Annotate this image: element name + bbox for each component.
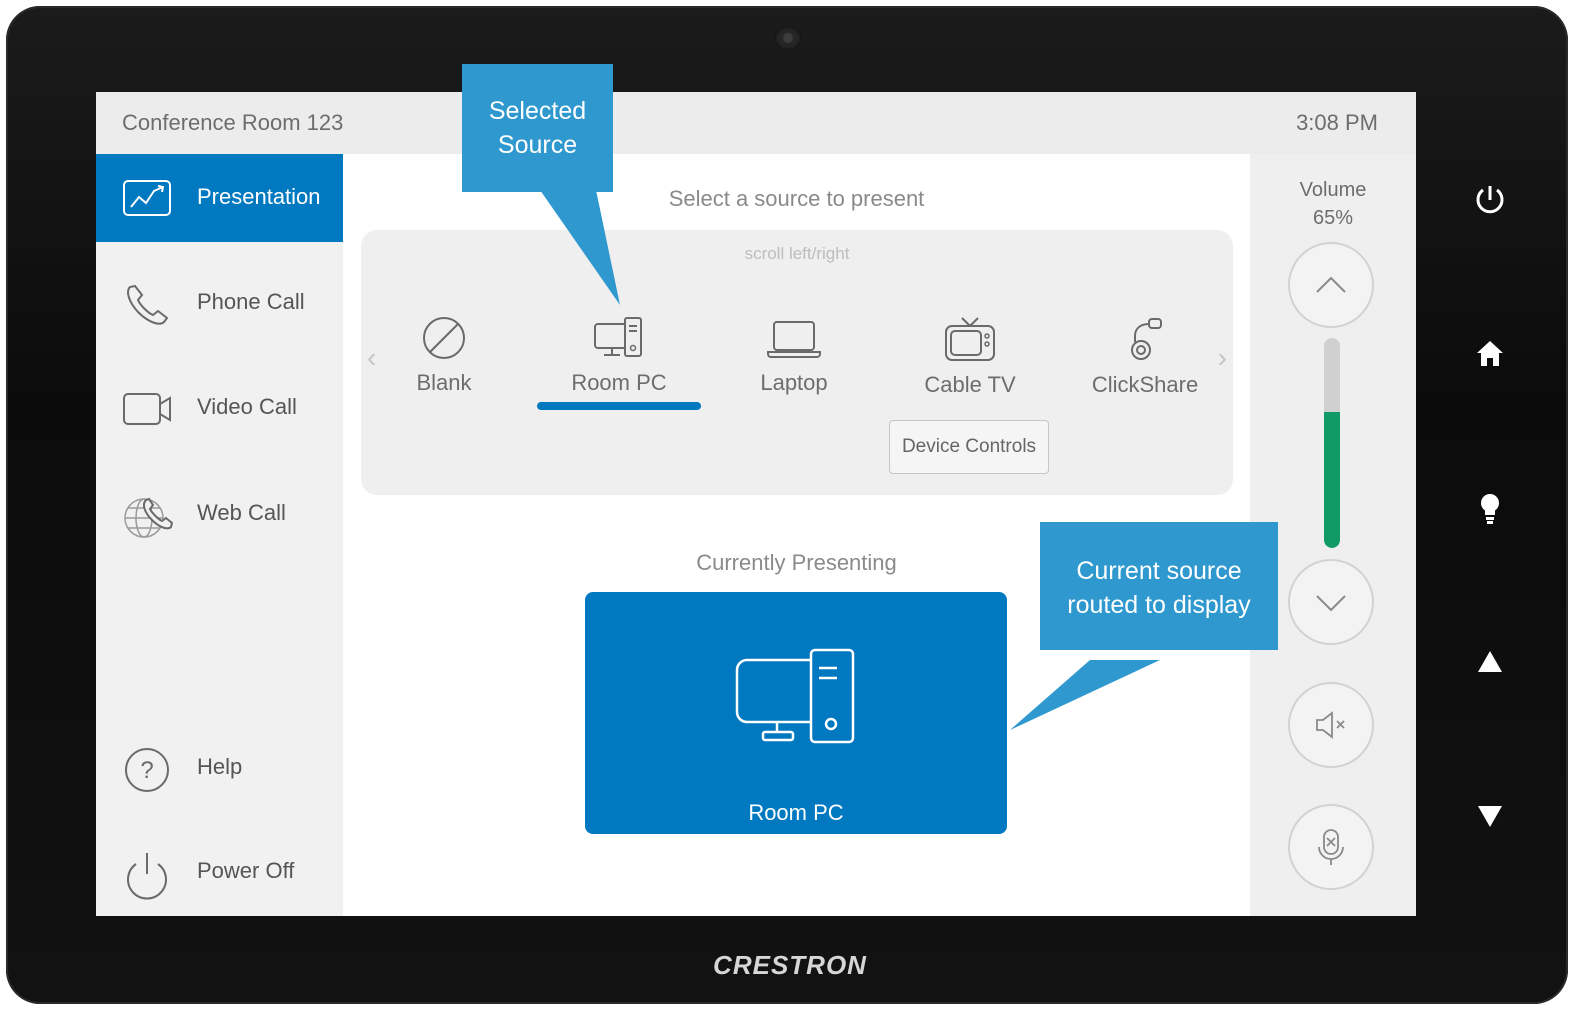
sidebar-item-power-off[interactable]: Power Off [96,828,343,916]
current-source-callout: Current source routed to display [1040,522,1278,650]
sidebar: Presentation Phone Call Video Call Web C… [96,154,343,916]
touch-screen: Conference Room 123 3:08 PM Presentation… [96,92,1416,916]
desktop-pc-icon [594,317,642,357]
sidebar-item-label: Presentation [197,184,321,209]
volume-level: 65% [1312,207,1354,229]
volume-label: Volume [1299,179,1367,201]
sidebar-item-help[interactable]: ? Help [96,724,343,812]
hardware-up-icon[interactable] [1468,640,1512,684]
source-label: Blank [416,370,472,395]
video-camera-icon [122,386,172,432]
laptop-icon [767,321,821,358]
mute-mic-button[interactable] [1288,804,1374,890]
device-controls-button[interactable]: Device Controls [889,420,1049,474]
source-label: Room PC [571,370,667,395]
callout-line: Current source [1076,557,1242,585]
sidebar-item-presentation[interactable]: Presentation [96,154,343,242]
power-icon [122,850,172,900]
sidebar-item-label: Power Off [197,858,295,883]
hardware-down-icon[interactable] [1468,794,1512,838]
clock: 3:08 PM [1296,110,1378,135]
mute-speaker-button[interactable] [1288,682,1374,768]
chevron-up-icon [1316,276,1346,293]
volume-slider[interactable] [1324,338,1340,548]
selected-source-callout: Selected Source [462,64,613,192]
current-source-card: Room PC [585,592,1007,834]
microphone-mute-icon [1318,829,1344,865]
source-label: Laptop [760,370,828,395]
camera-icon [774,26,802,50]
room-name: Conference Room 123 [122,110,344,135]
scroll-hint: scroll left/right [744,244,850,263]
desktop-pc-icon [735,648,855,744]
callout-line: Selected [488,97,587,125]
top-bar: Conference Room 123 3:08 PM [96,92,1416,154]
source-blank[interactable]: Blank [369,314,519,424]
callout-line: Source [497,131,578,159]
chevron-down-icon [1316,595,1346,612]
globe-phone-icon [122,492,174,538]
phone-icon [122,281,172,327]
sidebar-item-phone-call[interactable]: Phone Call [96,259,343,347]
sidebar-item-video-call[interactable]: Video Call [96,364,343,452]
speaker-mute-icon [1316,711,1345,739]
source-carousel[interactable]: scroll left/right ‹ › Blank Room PC Lapt… [361,230,1233,495]
brand-logo: CRESTRON [713,950,867,980]
volume-fill [1324,411,1340,548]
selected-source-indicator [537,402,701,410]
sidebar-item-label: Video Call [197,394,297,419]
current-source-name: Room PC [748,800,844,825]
source-label: Cable TV [924,372,1016,397]
hardware-light-icon[interactable] [1468,486,1512,530]
hardware-power-icon[interactable] [1468,178,1512,222]
source-clickshare[interactable]: ClickShare [1070,314,1220,424]
source-laptop[interactable]: Laptop [719,314,869,424]
presentation-chart-icon [122,176,172,222]
sidebar-item-label: Phone Call [197,289,305,314]
svg-text:?: ? [140,757,153,784]
blank-icon [423,317,465,359]
source-label: ClickShare [1091,372,1199,397]
clickshare-icon [1131,318,1162,360]
volume-up-button[interactable] [1288,242,1374,328]
hardware-home-icon[interactable] [1468,332,1512,376]
tv-icon [945,317,995,361]
sidebar-item-label: Help [197,754,243,779]
help-circle-icon: ? [122,746,172,792]
volume-down-button[interactable] [1288,559,1374,645]
callout-line: routed to display [1067,591,1251,619]
sidebar-item-web-call[interactable]: Web Call [96,470,343,558]
volume-title: Volume 65% [1250,176,1416,232]
source-cable-tv[interactable]: Cable TV [895,314,1045,424]
sidebar-item-label: Web Call [197,500,286,525]
